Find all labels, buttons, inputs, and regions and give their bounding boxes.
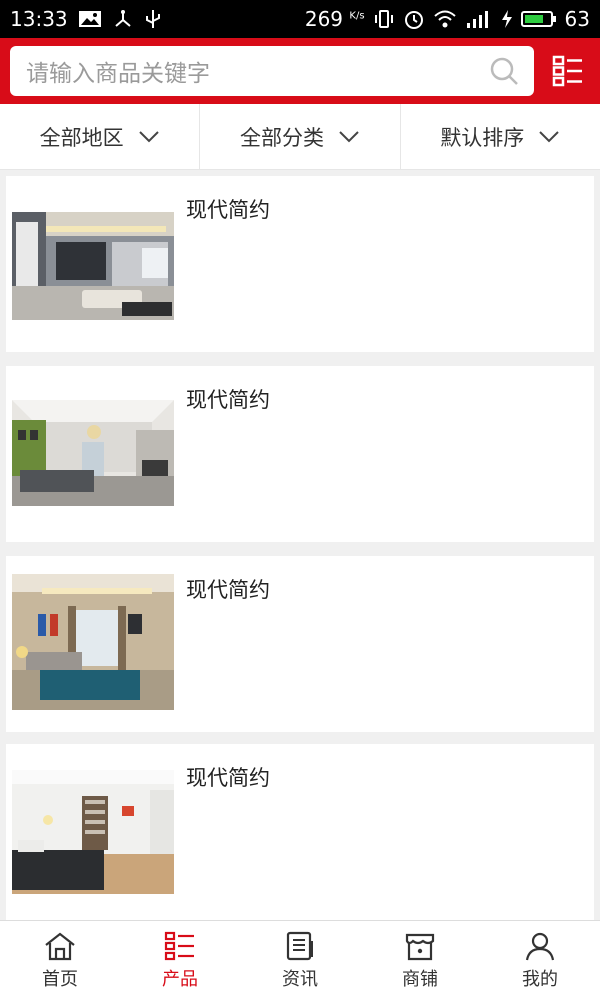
search-input[interactable]: 请输入商品关键字 bbox=[10, 46, 534, 96]
charging-icon bbox=[501, 10, 512, 28]
status-bar: 13:33 269 K/s 63 bbox=[0, 0, 600, 38]
product-card[interactable]: 现代简约 bbox=[6, 366, 594, 542]
status-time: 13:33 bbox=[10, 7, 68, 31]
category-menu-icon[interactable] bbox=[552, 55, 584, 87]
chevron-down-icon bbox=[539, 130, 560, 142]
image-icon bbox=[78, 11, 101, 27]
product-title[interactable]: 现代简约 bbox=[186, 384, 270, 414]
product-title[interactable]: 现代简约 bbox=[186, 194, 270, 224]
product-image[interactable] bbox=[12, 400, 174, 506]
product-image[interactable] bbox=[12, 770, 174, 894]
battery-level: 63 bbox=[564, 7, 590, 31]
net-speed: 269 K/s bbox=[304, 7, 365, 31]
alarm-icon bbox=[404, 11, 423, 29]
tab-mine[interactable]: 我的 bbox=[480, 921, 600, 1000]
vibrate-icon bbox=[374, 10, 393, 28]
tab-home[interactable]: 首页 bbox=[0, 921, 120, 1000]
product-image[interactable] bbox=[12, 212, 174, 320]
usb-icon bbox=[145, 10, 160, 28]
product-title[interactable]: 现代简约 bbox=[186, 762, 270, 792]
filter-bar: 全部地区 全部分类 默认排序 bbox=[0, 104, 600, 170]
news-icon bbox=[286, 931, 313, 960]
filter-region[interactable]: 全部地区 bbox=[0, 104, 201, 169]
product-title[interactable]: 现代简约 bbox=[186, 574, 270, 604]
bottom-tab-bar: 首页 产品 资讯 商铺 我的 bbox=[0, 920, 600, 1000]
header: 请输入商品关键字 bbox=[0, 38, 600, 104]
tab-label: 产品 bbox=[162, 968, 198, 990]
chevron-down-icon bbox=[138, 130, 159, 142]
product-image[interactable] bbox=[12, 574, 174, 710]
tab-news[interactable]: 资讯 bbox=[240, 921, 360, 1000]
wifi-icon bbox=[433, 10, 456, 28]
search-placeholder: 请输入商品关键字 bbox=[26, 61, 210, 87]
tab-label: 我的 bbox=[522, 968, 558, 990]
tab-shops[interactable]: 商铺 bbox=[360, 921, 480, 1000]
list-icon bbox=[164, 931, 194, 960]
filter-sort[interactable]: 默认排序 bbox=[401, 104, 600, 169]
filter-category[interactable]: 全部分类 bbox=[200, 104, 401, 169]
signal-icon bbox=[466, 11, 488, 28]
share-icon bbox=[114, 10, 131, 27]
battery-icon bbox=[520, 11, 556, 27]
tab-products[interactable]: 产品 bbox=[120, 921, 240, 1000]
product-card[interactable]: 现代简约 bbox=[6, 556, 594, 732]
product-list: 现代简约 现代简约 现代简约 现代简约 bbox=[0, 170, 600, 920]
tab-label: 资讯 bbox=[282, 968, 318, 990]
tab-label: 首页 bbox=[42, 968, 78, 990]
search-icon[interactable] bbox=[488, 55, 520, 87]
product-card[interactable]: 现代简约 bbox=[6, 176, 594, 352]
tab-label: 商铺 bbox=[402, 968, 438, 990]
chevron-down-icon bbox=[339, 130, 359, 142]
home-icon bbox=[45, 932, 75, 960]
product-card[interactable]: 现代简约 bbox=[6, 744, 594, 920]
user-icon bbox=[525, 932, 555, 960]
shop-icon bbox=[405, 933, 435, 960]
